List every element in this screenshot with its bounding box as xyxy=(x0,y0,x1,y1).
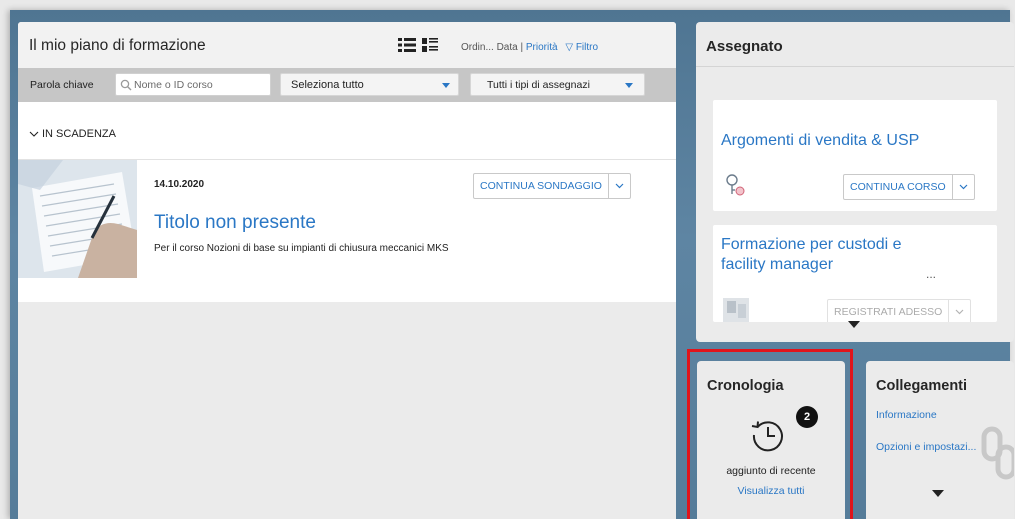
training-plan-header: Il mio piano di formazione Ordin... Data… xyxy=(18,22,676,68)
register-now-button[interactable]: REGISTRATI ADESSO xyxy=(828,300,948,322)
highlight-box xyxy=(687,349,853,519)
continue-survey-button[interactable]: CONTINUA SONDAGGIO xyxy=(474,174,608,198)
link-information[interactable]: Informazione xyxy=(876,409,937,421)
view-switcher xyxy=(398,37,438,53)
course-thumbnail-small xyxy=(723,298,749,322)
sort-by-priority[interactable]: Priorità xyxy=(526,42,558,53)
chevron-down-icon xyxy=(955,309,964,315)
chevron-down-icon xyxy=(615,183,624,189)
course-thumbnail[interactable] xyxy=(18,160,137,278)
keyword-label: Parola chiave xyxy=(30,79,94,91)
assigned-panel: Assegnato Argomenti di vendita & USP CON… xyxy=(696,22,1014,342)
chevron-down-icon xyxy=(959,184,968,190)
chevron-down-icon xyxy=(29,131,39,137)
search-icon xyxy=(120,78,132,96)
link-chain-icon xyxy=(980,423,1014,488)
search-toolbar: Parola chiave Seleziona tutto Tutti i ti… xyxy=(18,68,676,102)
detail-view-icon[interactable] xyxy=(422,37,438,53)
assigned-course-title[interactable]: Formazione per custodi e facility manage… xyxy=(721,235,902,275)
register-now-split-button: REGISTRATI ADESSO xyxy=(827,299,972,322)
scroll-down-arrow-icon[interactable] xyxy=(848,321,860,328)
assigned-course-card: Formazione per custodi e facility manage… xyxy=(713,225,997,322)
assigned-course-card: Argomenti di vendita & USP CONTINUA CORS… xyxy=(713,100,997,211)
sort-label: Ordin... xyxy=(461,42,494,53)
sort-by-date[interactable]: Data xyxy=(497,42,518,53)
links-title: Collegamenti xyxy=(876,378,968,394)
link-options-settings[interactable]: Opzioni e impostazi... xyxy=(876,441,976,453)
course-due-date: 14.10.2020 xyxy=(154,179,205,190)
continue-course-button[interactable]: CONTINUA CORSO xyxy=(844,175,952,199)
keyword-search-box[interactable] xyxy=(115,73,271,96)
keyword-search-input[interactable] xyxy=(134,77,268,92)
section-heading: IN SCADENZA xyxy=(42,128,116,140)
register-now-menu-button[interactable] xyxy=(948,300,970,322)
key-lock-icon xyxy=(725,173,747,202)
filter-icon: ▽ xyxy=(565,42,574,53)
assignment-type-dropdown[interactable]: Tutti i tipi di assegnazi xyxy=(470,73,645,96)
more-ellipsis[interactable]: ... xyxy=(926,267,936,281)
continue-course-split-button: CONTINUA CORSO xyxy=(843,174,975,200)
select-all-value: Seleziona tutto xyxy=(291,79,364,91)
assigned-course-title[interactable]: Argomenti di vendita & USP xyxy=(721,131,919,151)
assignment-type-value: Tutti i tipi di assegnazi xyxy=(487,79,590,91)
training-plan-content: IN SCADENZA 14.10.2020 Titolo non presen… xyxy=(18,102,676,302)
scroll-down-arrow-icon[interactable] xyxy=(932,490,944,497)
assigned-divider xyxy=(696,66,1014,67)
select-all-dropdown[interactable]: Seleziona tutto xyxy=(280,73,459,96)
list-view-icon[interactable] xyxy=(398,37,416,53)
chevron-down-icon xyxy=(625,83,633,88)
assigned-title: Assegnato xyxy=(706,38,783,55)
section-toggle-due[interactable]: IN SCADENZA xyxy=(29,128,116,140)
continue-course-menu-button[interactable] xyxy=(951,175,974,199)
links-panel: Collegamenti Informazione Opzioni e impo… xyxy=(866,361,1014,519)
screen: Il mio piano di formazione Ordin... Data… xyxy=(0,0,1015,519)
filter-label: Filtro xyxy=(575,42,599,53)
chevron-down-icon xyxy=(442,83,450,88)
continue-survey-split-button: CONTINUA SONDAGGIO xyxy=(473,173,631,199)
sort-controls: Ordin... Data | Priorità ▽ Filtro xyxy=(461,42,598,53)
course-title[interactable]: Titolo non presente xyxy=(154,212,316,234)
continue-survey-menu-button[interactable] xyxy=(607,174,630,198)
course-description: Per il corso Nozioni di base su impianti… xyxy=(154,243,449,254)
training-plan-panel: Il mio piano di formazione Ordin... Data… xyxy=(18,22,676,519)
course-title-line1: Formazione per custodi e xyxy=(721,236,902,253)
course-title-line2: facility manager xyxy=(721,256,834,273)
filter-button[interactable]: ▽ Filtro xyxy=(565,42,598,53)
sort-separator: | xyxy=(520,42,524,53)
training-plan-title: Il mio piano di formazione xyxy=(29,37,206,54)
